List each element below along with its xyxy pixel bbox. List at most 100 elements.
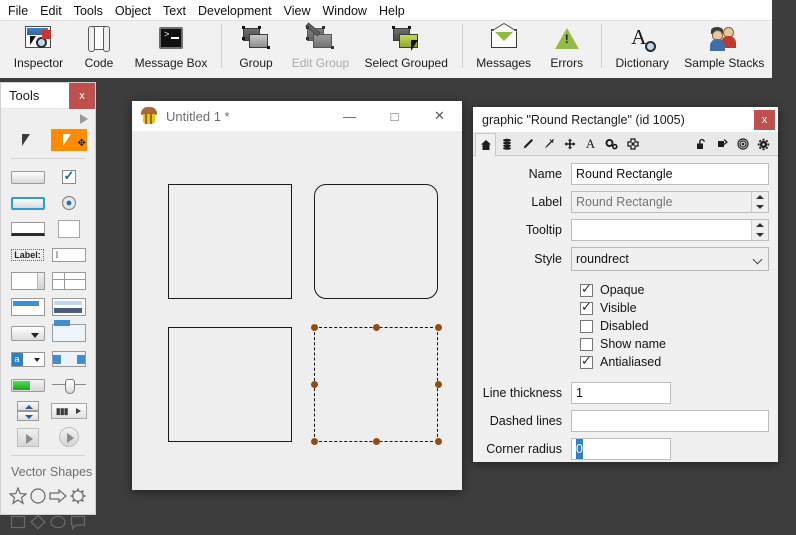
tool-combo-box[interactable]: a <box>10 348 46 370</box>
tab-effects[interactable] <box>538 133 559 156</box>
tool-data-grid[interactable] <box>51 296 87 318</box>
menu-development[interactable]: Development <box>198 4 272 18</box>
tool-slider[interactable] <box>51 374 87 396</box>
toolbar-button-select-grouped[interactable]: Select Grouped <box>357 21 456 73</box>
tool-gear[interactable] <box>68 486 88 506</box>
tool-scrolling-field[interactable] <box>10 270 46 292</box>
spinner-up-button[interactable] <box>752 192 768 202</box>
menu-window[interactable]: Window <box>323 4 367 18</box>
tool-radio-button[interactable] <box>51 192 87 214</box>
tab-settings[interactable] <box>753 133 774 156</box>
menu-file[interactable]: File <box>8 4 28 18</box>
close-icon[interactable]: ✕ <box>417 101 462 131</box>
menu-help[interactable]: Help <box>379 4 405 18</box>
checkbox-row-antialiased[interactable]: Antialiased <box>580 353 769 369</box>
checkbox-row-opaque[interactable]: Opaque <box>580 281 769 297</box>
shape-round-rect-top-right[interactable] <box>314 184 438 299</box>
menu-edit[interactable]: Edit <box>40 4 62 18</box>
chevron-right-icon[interactable] <box>80 114 88 124</box>
tools-palette-titlebar[interactable]: Tools x <box>1 83 95 109</box>
tab-blending[interactable] <box>622 133 643 156</box>
tool-video-player[interactable] <box>10 426 46 448</box>
tool-scrollbar[interactable] <box>51 348 87 370</box>
tab-text[interactable]: A <box>580 133 601 156</box>
resize-handle-ne[interactable] <box>435 324 442 331</box>
menu-view[interactable]: View <box>284 4 311 18</box>
style-select[interactable]: roundrect <box>571 247 769 271</box>
toolbar-button-dictionary[interactable]: A Dictionary <box>608 21 677 73</box>
tool-spinner[interactable] <box>10 400 46 422</box>
tool-list-field[interactable] <box>10 296 46 318</box>
tool-square[interactable] <box>8 512 28 532</box>
resize-handle-w[interactable] <box>311 381 318 388</box>
tool-diamond[interactable] <box>28 512 48 532</box>
label-input[interactable] <box>571 191 769 213</box>
resize-handle-s[interactable] <box>373 438 380 445</box>
menu-text[interactable]: Text <box>163 4 186 18</box>
line-thickness-input[interactable] <box>571 382 671 404</box>
close-icon[interactable]: x <box>69 83 95 109</box>
tab-target[interactable] <box>732 133 753 156</box>
checkbox-row-visible[interactable]: Visible <box>580 299 769 315</box>
tooltip-spinner[interactable] <box>751 220 768 240</box>
tool-speech-balloon[interactable] <box>68 512 88 532</box>
shape-round-rect-selected[interactable] <box>311 324 442 445</box>
tool-label-field[interactable]: Label: <box>10 244 46 266</box>
tool-star[interactable] <box>8 486 28 506</box>
spinner-down-button[interactable] <box>752 202 768 212</box>
tool-table[interactable] <box>51 270 87 292</box>
toolbar-button-edit-group[interactable]: Edit Group <box>284 21 357 73</box>
label-spinner[interactable] <box>751 192 768 212</box>
resize-handle-nw[interactable] <box>311 324 318 331</box>
checkbox-row-show-name[interactable]: Show name <box>580 337 769 351</box>
tool-circle[interactable] <box>28 486 48 506</box>
tool-text-field[interactable]: I <box>51 244 87 266</box>
name-input[interactable] <box>571 163 769 185</box>
tab-basic[interactable] <box>475 132 496 157</box>
tool-push-button[interactable] <box>10 166 46 188</box>
tool-oval[interactable] <box>48 512 68 532</box>
toolbar-button-message-box[interactable]: Message Box <box>127 21 215 73</box>
tool-browse[interactable]: ✥ <box>50 129 87 151</box>
tool-pointer[interactable] <box>10 129 46 151</box>
inspector-titlebar[interactable]: graphic "Round Rectangle" (id 1005) x <box>473 107 778 133</box>
checkbox-antialiased[interactable] <box>580 353 593 369</box>
tool-segmented-control[interactable]: ▮▮▮ <box>50 400 87 422</box>
toolbar-button-code[interactable]: Code <box>71 21 127 73</box>
dashed-lines-input[interactable] <box>571 410 769 432</box>
toolbar-button-messages[interactable]: Messages <box>469 21 539 73</box>
minimize-icon[interactable]: — <box>327 101 372 131</box>
tool-progress-bar[interactable] <box>10 374 46 396</box>
tab-colors[interactable] <box>517 133 538 156</box>
maximize-icon[interactable]: □ <box>372 101 417 131</box>
tab-share[interactable] <box>711 133 732 156</box>
resize-handle-e[interactable] <box>435 381 442 388</box>
tool-default-button[interactable] <box>10 192 46 214</box>
tab-layers[interactable] <box>496 133 517 156</box>
shape-square-top-left[interactable] <box>168 184 292 299</box>
toolbar-button-group[interactable]: Group <box>228 21 284 73</box>
shape-square-bottom-left[interactable] <box>168 327 292 442</box>
corner-radius-input[interactable]: 0 <box>571 438 671 460</box>
tab-position[interactable] <box>559 133 580 156</box>
checkbox-visible[interactable] <box>580 299 593 315</box>
close-icon[interactable]: x <box>754 110 775 130</box>
checkbox-show-name[interactable] <box>580 337 593 351</box>
spinner-up-button[interactable] <box>752 220 768 230</box>
tool-arrow[interactable] <box>48 486 68 506</box>
tab-lock[interactable] <box>690 133 711 156</box>
tool-player[interactable] <box>51 426 87 448</box>
spinner-down-button[interactable] <box>752 230 768 240</box>
tools-expand-row[interactable] <box>1 111 95 127</box>
tab-custom[interactable] <box>601 133 622 156</box>
checkbox-opaque[interactable] <box>580 281 593 297</box>
toolbar-button-errors[interactable]: ! Errors <box>539 21 595 73</box>
menu-object[interactable]: Object <box>115 4 151 18</box>
toolbar-button-inspector[interactable]: Inspector <box>6 21 71 73</box>
menu-tools[interactable]: Tools <box>74 4 103 18</box>
toolbar-button-sample-stacks[interactable]: Sample Stacks <box>677 21 772 73</box>
tool-checkbox[interactable] <box>51 166 87 188</box>
resize-handle-n[interactable] <box>373 324 380 331</box>
resize-handle-sw[interactable] <box>311 438 318 445</box>
checkbox-row-disabled[interactable]: Disabled <box>580 319 769 333</box>
